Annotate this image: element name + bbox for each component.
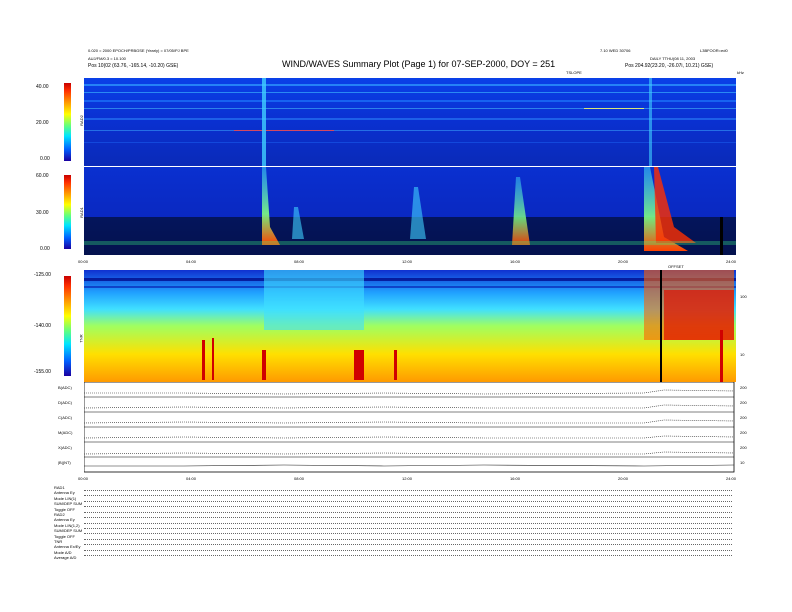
line-right-c: 200 [740,415,747,420]
settings-dotted-line [84,495,732,496]
line-right-bmag: 10 [740,460,745,465]
header-info-left-2: AUJ/FM/0.3 = 10.100 [88,56,126,61]
rad2-spectrogram [84,78,736,166]
header-info-left-3: Pos 10(02 (63.76, -165.14, -10.20) GSE) [88,63,179,69]
line-label-m: M(ADC) [58,430,73,435]
settings-dotted-line [84,528,732,529]
settings-dotted-line [84,533,732,534]
rad1-colorbar [64,175,71,249]
settings-dotted-line [84,490,732,491]
header-info-right-3: Pos 204.92(23.20, -26.07i, 10.21) GSE) [625,63,714,69]
settings-dotted-line [84,501,732,502]
settings-dotted-line [84,539,732,540]
settings-dotted-line [84,550,732,551]
settings-dotted-line [84,506,732,507]
line-right-x: 200 [740,445,747,450]
line-label-d: D(ADC) [58,400,72,405]
rad1-tick-bottom: 0.00 [40,246,50,252]
rad2-tick-bottom: 0.00 [40,156,50,162]
time-tick-4: 16:00 [510,259,521,264]
line-panels [84,382,735,473]
rad2-tick-mid: 20.00 [36,120,49,126]
time-tick-2: 08:00 [294,259,305,264]
time-tick-bottom-5: 20:00 [618,476,629,481]
header-info-left-1: 0.020 = 2000 EPOCH/PRBGSE (Yearly) = 07/… [88,48,189,53]
settings-dotted-line [84,517,732,518]
rad2-tick-top: 40.00 [36,84,49,90]
tnr-tick-mid: -140.00 [34,323,51,329]
settings-dotted-line [84,512,732,513]
tnr-right-tick-100: 100 [740,294,747,299]
rad1-spectrogram [84,167,736,255]
tnr-colorbar [64,276,71,376]
time-tick-6: 24:00 [726,259,737,264]
time-tick-bottom-2: 08:00 [294,476,305,481]
line-right-d: 200 [740,400,747,405]
time-tick-5: 20:00 [618,259,629,264]
time-tick-0: 00:00 [78,259,89,264]
header-info-right-1: 7.10 WED 30706 [600,48,631,53]
tnr-right-tick-10: 10 [740,352,745,357]
line-right-b: 200 [740,385,747,390]
time-tick-bottom-1: 04:00 [186,476,197,481]
time-tick-bottom-0: 00:00 [78,476,89,481]
rad2-colorbar [64,83,71,161]
plot-title: WIND/WAVES Summary Plot (Page 1) for 07-… [282,59,556,69]
tnr-label: TNR [78,334,84,343]
line-right-m: 200 [740,430,747,435]
tnr-tick-bottom: -155.00 [34,369,51,375]
settings-dotted-line [84,523,732,524]
header-tag-right: kHz [737,70,744,75]
settings-dotted-line [84,544,732,545]
rad1-tick-top: 60.00 [36,173,49,179]
header-tag-top: TSLOPE [566,70,582,75]
time-tick-1: 04:00 [186,259,197,264]
tnr-spectrogram [84,270,736,382]
tnr-offset-tag: OFFSET [668,264,684,269]
time-tick-bottom-4: 16:00 [510,476,521,481]
time-tick-bottom-3: 12:00 [402,476,413,481]
header-info-right-2: DAILY TTHU(08 11, 2003 [650,56,696,61]
line-label-b: B(ADC) [58,385,72,390]
line-label-c: C(ADC) [58,415,72,420]
settings-dotted-line [84,555,732,556]
tnr-tick-top: -125.00 [34,272,51,278]
rad1-tick-mid: 30.00 [36,210,49,216]
line-label-x: X(ADC) [58,445,72,450]
line-label-bmag: |B|(NT) [58,460,71,465]
time-tick-bottom-6: 24:00 [726,476,737,481]
header-info-right-1b: L3BFOOR=ed0 [700,48,728,53]
time-tick-3: 12:00 [402,259,413,264]
